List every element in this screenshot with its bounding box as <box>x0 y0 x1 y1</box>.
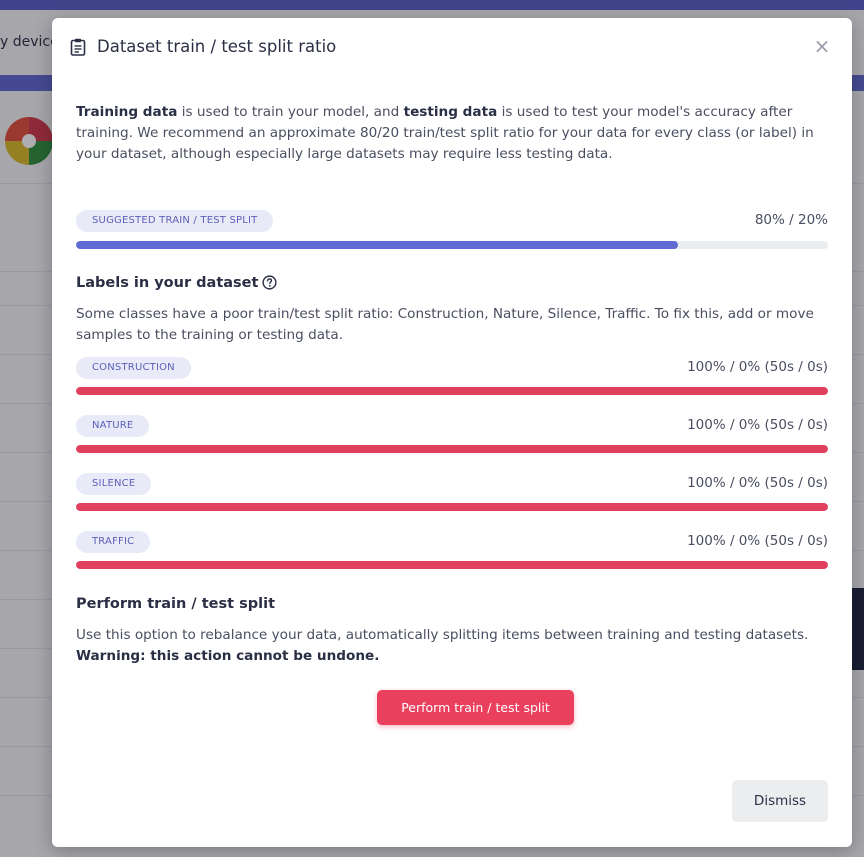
label-split-row: TRAFFIC 100% / 0% (50s / 0s) <box>76 531 828 553</box>
suggested-split-ratio: 80% / 20% <box>754 212 828 228</box>
clipboard-icon <box>70 38 86 56</box>
label-badge: SILENCE <box>76 473 152 495</box>
modal-title: Dataset train / test split ratio <box>97 37 337 56</box>
perform-warning: Warning: this action cannot be undone. <box>76 648 380 664</box>
perform-description-text: Use this option to rebalance your data, … <box>76 627 809 643</box>
labels-section-title-text: Labels in your dataset <box>76 275 259 291</box>
label-split-ratio: 100% / 0% (50s / 0s) <box>687 475 828 491</box>
intro-text: is used to train your model, and <box>177 104 404 120</box>
perform-split-button[interactable]: Perform train / test split <box>377 690 574 725</box>
label-split-bar <box>76 561 828 569</box>
label-split-bar <box>76 445 828 453</box>
suggested-split-bar-fill <box>76 241 678 249</box>
dismiss-button[interactable]: Dismiss <box>732 780 828 822</box>
label-split-row: CONSTRUCTION 100% / 0% (50s / 0s) <box>76 357 828 379</box>
label-split-bar-fill <box>76 387 828 395</box>
label-split-row: NATURE 100% / 0% (50s / 0s) <box>76 415 828 437</box>
modal-body: Training data is used to train your mode… <box>76 102 828 725</box>
perform-description: Use this option to rebalance your data, … <box>76 625 828 667</box>
close-button[interactable]: × <box>810 34 834 58</box>
suggested-split-badge: SUGGESTED TRAIN / TEST SPLIT <box>76 210 274 232</box>
label-badge: NATURE <box>76 415 150 437</box>
intro-training-term: Training data <box>76 104 178 120</box>
suggested-split-row: SUGGESTED TRAIN / TEST SPLIT 80% / 20% <box>76 210 828 232</box>
intro-paragraph: Training data is used to train your mode… <box>76 102 828 165</box>
label-split-ratio: 100% / 0% (50s / 0s) <box>687 417 828 433</box>
intro-testing-term: testing data <box>403 104 498 120</box>
label-split-bar-fill <box>76 561 828 569</box>
labels-description: Some classes have a poor train/test spli… <box>76 306 814 343</box>
perform-section-title: Perform train / test split <box>76 596 275 612</box>
split-ratio-modal: Dataset train / test split ratio × Train… <box>52 18 852 847</box>
labels-section-title: Labels in your dataset <box>76 275 278 291</box>
suggested-split-bar <box>76 241 828 249</box>
question-circle-icon[interactable] <box>262 275 278 290</box>
label-badge: TRAFFIC <box>76 531 151 553</box>
label-split-bar <box>76 387 828 395</box>
label-split-bar-fill <box>76 445 828 453</box>
label-split-bar <box>76 503 828 511</box>
label-split-row: SILENCE 100% / 0% (50s / 0s) <box>76 473 828 495</box>
label-split-bar-fill <box>76 503 828 511</box>
label-badge: CONSTRUCTION <box>76 357 191 379</box>
label-split-ratio: 100% / 0% (50s / 0s) <box>687 359 828 375</box>
label-split-ratio: 100% / 0% (50s / 0s) <box>687 533 828 549</box>
modal-header: Dataset train / test split ratio × <box>52 18 852 76</box>
